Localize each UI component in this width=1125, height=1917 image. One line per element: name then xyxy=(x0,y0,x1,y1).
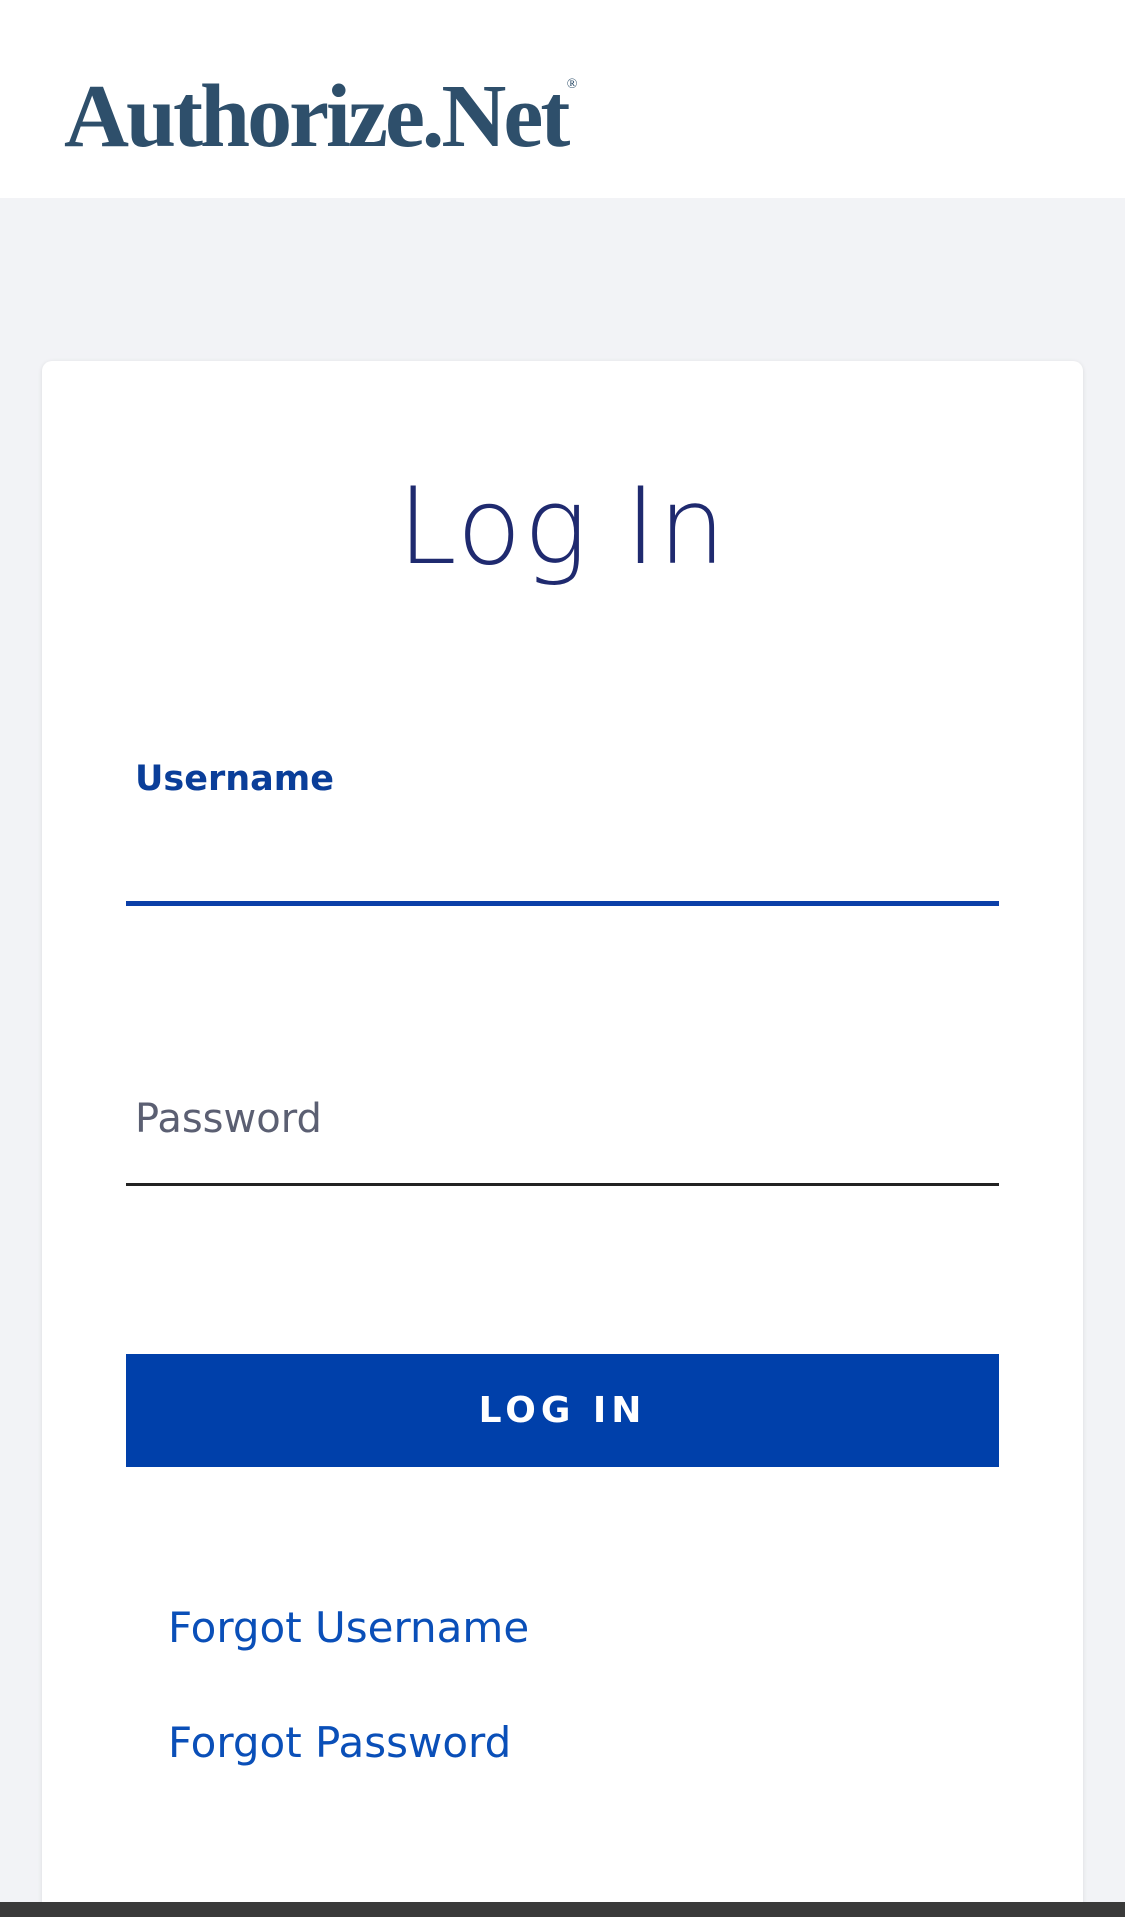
authorize-net-logo[interactable]: Authorize.Net ® xyxy=(64,62,577,172)
password-input[interactable] xyxy=(126,1080,999,1186)
registered-mark: ® xyxy=(566,77,578,92)
login-button[interactable]: LOG IN xyxy=(126,1354,999,1467)
forgot-username-link[interactable]: Forgot Username xyxy=(168,1600,529,1656)
logo-text: Authorize.Net xyxy=(64,67,570,166)
username-input[interactable] xyxy=(126,810,999,906)
site-header: Authorize.Net ® xyxy=(0,0,1125,198)
bottom-bar xyxy=(0,1902,1125,1917)
page-title: Log In xyxy=(397,465,728,588)
forgot-password-link[interactable]: Forgot Password xyxy=(168,1715,511,1771)
username-label: Username xyxy=(135,759,334,799)
